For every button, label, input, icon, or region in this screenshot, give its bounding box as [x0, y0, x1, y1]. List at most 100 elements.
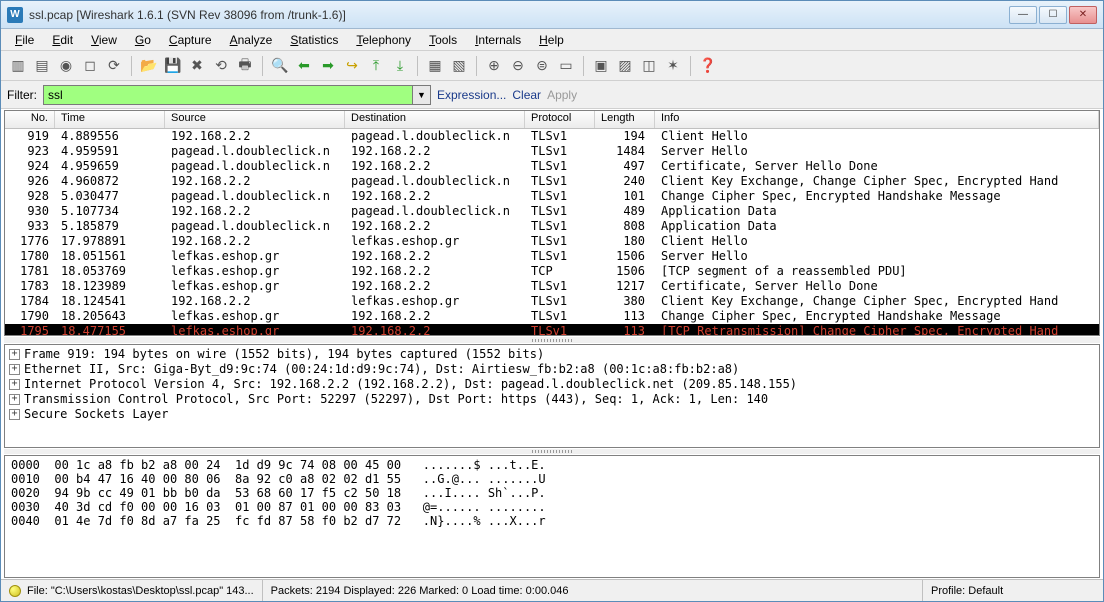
- status-packets-text: Packets: 2194 Displayed: 226 Marked: 0 L…: [271, 585, 569, 597]
- packet-row[interactable]: 9285.030477pagead.l.doubleclick.n192.168…: [5, 189, 1099, 204]
- col-destination[interactable]: Destination: [345, 111, 525, 128]
- colorize-icon[interactable]: ▦: [424, 55, 446, 77]
- packet-row[interactable]: 9264.960872192.168.2.2pagead.l.doublecli…: [5, 174, 1099, 189]
- packet-details-pane: +Frame 919: 194 bytes on wire (1552 bits…: [4, 344, 1100, 448]
- toolbar: ▥ ▤ ◉ ◻ ⟳ 📂 💾 ✖ ⟲ 🖶 🔍 ⬅ ➡ ↪ ⤒ ⤓ ▦ ▧ ⊕ ⊖ …: [1, 51, 1103, 81]
- menu-view[interactable]: View: [83, 31, 125, 49]
- packet-row[interactable]: 177617.978891192.168.2.2lefkas.eshop.grT…: [5, 234, 1099, 249]
- close-file-icon[interactable]: ✖: [186, 55, 208, 77]
- go-back-icon[interactable]: ⬅: [293, 55, 315, 77]
- packet-row[interactable]: 178118.053769lefkas.eshop.gr192.168.2.2T…: [5, 264, 1099, 279]
- filter-clear-link[interactable]: Clear: [512, 88, 541, 102]
- go-first-icon[interactable]: ⤒: [365, 55, 387, 77]
- packet-row[interactable]: 9244.959659pagead.l.doubleclick.n192.168…: [5, 159, 1099, 174]
- packet-row[interactable]: 9305.107734192.168.2.2pagead.l.doublecli…: [5, 204, 1099, 219]
- filter-dropdown-icon[interactable]: ▼: [413, 85, 431, 105]
- menu-telephony[interactable]: Telephony: [348, 31, 419, 49]
- filter-apply-link[interactable]: Apply: [547, 88, 577, 102]
- packet-bytes-body[interactable]: 0000 00 1c a8 fb b2 a8 00 24 1d d9 9c 74…: [5, 456, 1099, 577]
- tree-row[interactable]: +Ethernet II, Src: Giga-Byt_d9:9c:74 (00…: [9, 362, 1095, 377]
- zoom-reset-icon[interactable]: ⊜: [531, 55, 553, 77]
- options-icon[interactable]: ▤: [31, 55, 53, 77]
- packet-row[interactable]: 178018.051561lefkas.eshop.gr192.168.2.2T…: [5, 249, 1099, 264]
- splitter-1[interactable]: [4, 337, 1100, 343]
- status-profile-text: Profile: Default: [931, 585, 1003, 597]
- go-last-icon[interactable]: ⤓: [389, 55, 411, 77]
- display-filters-icon[interactable]: ▨: [614, 55, 636, 77]
- zoom-in-icon[interactable]: ⊕: [483, 55, 505, 77]
- packet-row[interactable]: 178318.123989lefkas.eshop.gr192.168.2.2T…: [5, 279, 1099, 294]
- packet-details-body[interactable]: +Frame 919: 194 bytes on wire (1552 bits…: [5, 345, 1099, 447]
- packet-list-header: No. Time Source Destination Protocol Len…: [5, 111, 1099, 129]
- capture-filters-icon[interactable]: ▣: [590, 55, 612, 77]
- packet-row[interactable]: 9234.959591pagead.l.doubleclick.n192.168…: [5, 144, 1099, 159]
- print-icon[interactable]: 🖶: [234, 55, 256, 77]
- tree-row[interactable]: +Secure Sockets Layer: [9, 407, 1095, 422]
- col-no[interactable]: No.: [5, 111, 55, 128]
- menu-help[interactable]: Help: [531, 31, 572, 49]
- app-icon: W: [7, 7, 23, 23]
- packet-list-body[interactable]: 9194.889556192.168.2.2pagead.l.doublecli…: [5, 129, 1099, 335]
- interfaces-icon[interactable]: ▥: [7, 55, 29, 77]
- auto-scroll-icon[interactable]: ▧: [448, 55, 470, 77]
- menu-go[interactable]: Go: [127, 31, 159, 49]
- menu-analyze[interactable]: Analyze: [222, 31, 281, 49]
- go-forward-icon[interactable]: ➡: [317, 55, 339, 77]
- save-file-icon[interactable]: 💾: [162, 55, 184, 77]
- packet-row[interactable]: 9335.185879pagead.l.doubleclick.n192.168…: [5, 219, 1099, 234]
- status-profile-segment[interactable]: Profile: Default: [923, 580, 1103, 601]
- help-icon[interactable]: ❓: [697, 55, 719, 77]
- tree-row[interactable]: +Transmission Control Protocol, Src Port…: [9, 392, 1095, 407]
- col-protocol[interactable]: Protocol: [525, 111, 595, 128]
- packet-row[interactable]: 178418.124541192.168.2.2lefkas.eshop.grT…: [5, 294, 1099, 309]
- window-title: ssl.pcap [Wireshark 1.6.1 (SVN Rev 38096…: [29, 8, 1009, 22]
- expand-icon[interactable]: +: [9, 394, 20, 405]
- stop-capture-icon[interactable]: ◻: [79, 55, 101, 77]
- expand-icon[interactable]: +: [9, 409, 20, 420]
- packet-row[interactable]: 179018.205643lefkas.eshop.gr192.168.2.2T…: [5, 309, 1099, 324]
- find-icon[interactable]: 🔍: [269, 55, 291, 77]
- filter-label: Filter:: [7, 88, 37, 102]
- separator: [476, 56, 477, 76]
- tree-row[interactable]: +Internet Protocol Version 4, Src: 192.1…: [9, 377, 1095, 392]
- menu-statistics[interactable]: Statistics: [282, 31, 346, 49]
- filter-expression-link[interactable]: Expression...: [437, 88, 506, 102]
- open-file-icon[interactable]: 📂: [138, 55, 160, 77]
- filter-input[interactable]: [43, 85, 413, 105]
- col-source[interactable]: Source: [165, 111, 345, 128]
- coloring-rules-icon[interactable]: ◫: [638, 55, 660, 77]
- expand-icon[interactable]: +: [9, 364, 20, 375]
- reload-icon[interactable]: ⟲: [210, 55, 232, 77]
- col-length[interactable]: Length: [595, 111, 655, 128]
- separator: [262, 56, 263, 76]
- status-file-segment: File: "C:\Users\kostas\Desktop\ssl.pcap"…: [1, 580, 263, 601]
- expand-icon[interactable]: +: [9, 349, 20, 360]
- packet-row[interactable]: 9194.889556192.168.2.2pagead.l.doublecli…: [5, 129, 1099, 144]
- col-time[interactable]: Time: [55, 111, 165, 128]
- menu-internals[interactable]: Internals: [467, 31, 529, 49]
- menu-edit[interactable]: Edit: [44, 31, 81, 49]
- resize-columns-icon[interactable]: ▭: [555, 55, 577, 77]
- menu-file[interactable]: File: [7, 31, 42, 49]
- tree-row[interactable]: +Frame 919: 194 bytes on wire (1552 bits…: [9, 347, 1095, 362]
- separator: [690, 56, 691, 76]
- menu-capture[interactable]: Capture: [161, 31, 220, 49]
- status-file-text: File: "C:\Users\kostas\Desktop\ssl.pcap"…: [27, 585, 254, 597]
- start-capture-icon[interactable]: ◉: [55, 55, 77, 77]
- packet-row[interactable]: 179518.477155lefkas.eshop.gr192.168.2.2T…: [5, 324, 1099, 335]
- splitter-2[interactable]: [4, 449, 1100, 455]
- expand-icon[interactable]: +: [9, 379, 20, 390]
- restart-capture-icon[interactable]: ⟳: [103, 55, 125, 77]
- zoom-out-icon[interactable]: ⊖: [507, 55, 529, 77]
- expert-info-icon[interactable]: [9, 585, 21, 597]
- go-to-icon[interactable]: ↪: [341, 55, 363, 77]
- menu-tools[interactable]: Tools: [421, 31, 465, 49]
- close-button[interactable]: ✕: [1069, 6, 1097, 24]
- col-info[interactable]: Info: [655, 111, 1099, 128]
- minimize-button[interactable]: —: [1009, 6, 1037, 24]
- menubar: FileEditViewGoCaptureAnalyzeStatisticsTe…: [1, 29, 1103, 51]
- maximize-button[interactable]: ☐: [1039, 6, 1067, 24]
- packet-bytes-pane: 0000 00 1c a8 fb b2 a8 00 24 1d d9 9c 74…: [4, 455, 1100, 578]
- preferences-icon[interactable]: ✶: [662, 55, 684, 77]
- separator: [131, 56, 132, 76]
